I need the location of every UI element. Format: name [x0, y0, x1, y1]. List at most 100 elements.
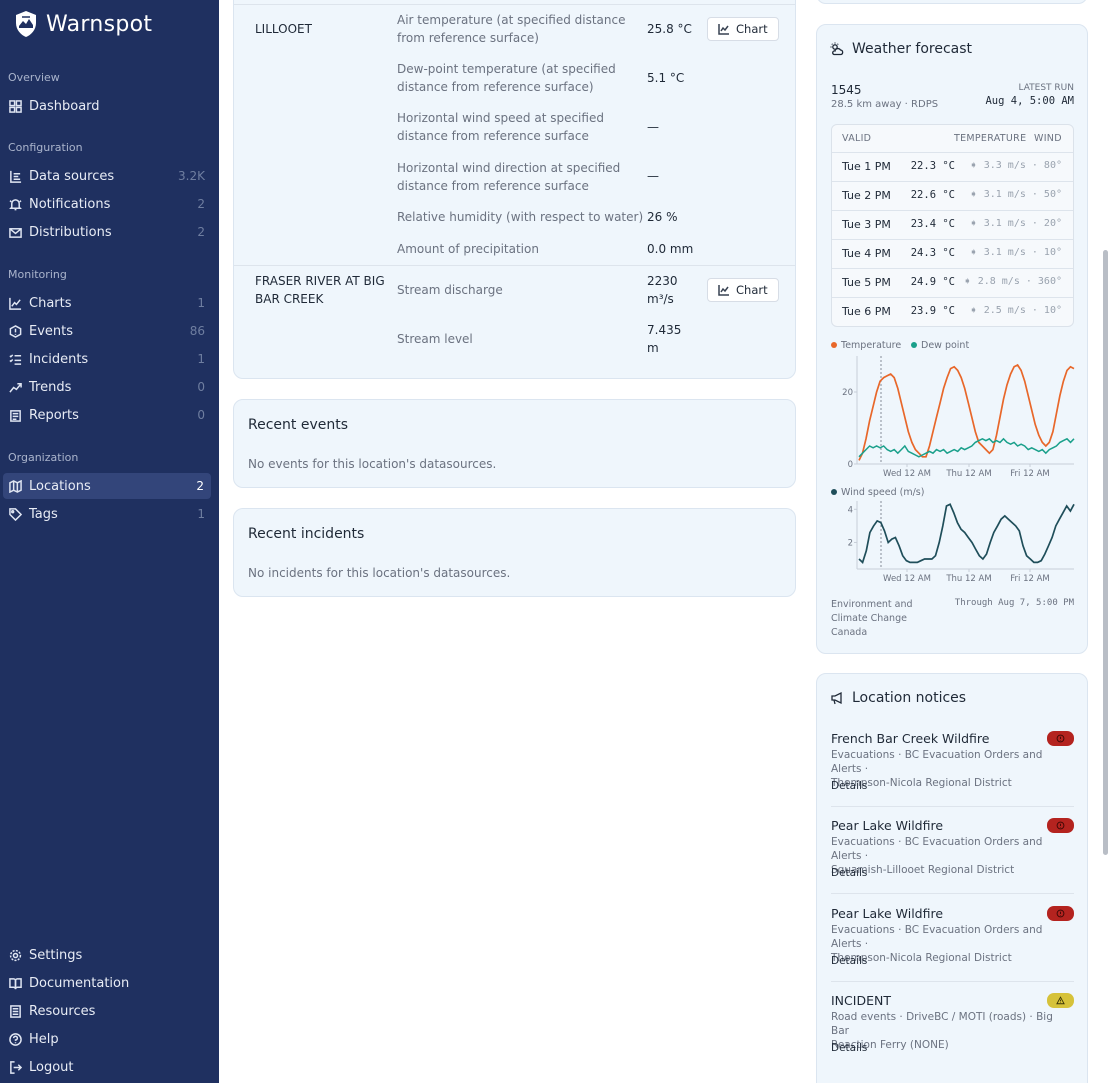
recent-events-title: Recent events	[248, 417, 349, 433]
y-tick-label: 2	[848, 538, 853, 548]
forecast-time: Tue 3 PM	[842, 218, 891, 231]
forecast-temperature: 23.4 °C	[910, 218, 955, 230]
reading-value: 26 %	[647, 210, 678, 224]
nav-item-trends[interactable]: Trends 0	[0, 374, 219, 400]
nav-item-documentation[interactable]: Documentation	[0, 970, 219, 996]
reading-label: Horizontal wind direction at specified di…	[397, 161, 621, 193]
reading-value: 25.8 °C	[647, 22, 692, 36]
nav-item-reports[interactable]: Reports 0	[0, 402, 219, 428]
notice-title[interactable]: Pear Lake Wildfire	[831, 906, 943, 921]
y-tick-label: 0	[848, 460, 853, 470]
forecast-temperature: 24.9 °C	[910, 276, 955, 288]
latest-run-value: Aug 4, 5:00 AM	[985, 95, 1074, 107]
nav-item-incidents[interactable]: Incidents 1	[0, 346, 219, 372]
reading-value: 7.435 m	[647, 323, 682, 355]
help-icon	[8, 1032, 22, 1046]
legend-dot-temperature	[831, 342, 837, 348]
alert-octagon-icon	[1056, 734, 1065, 743]
nav-label-notifications: Notifications	[29, 196, 111, 212]
notice-title[interactable]: INCIDENT	[831, 993, 891, 1008]
nav-item-distributions[interactable]: Distributions 2	[0, 219, 219, 245]
megaphone-icon	[831, 691, 842, 705]
nav-count-tags: 1	[197, 507, 205, 521]
forecast-temperature: 23.9 °C	[910, 305, 955, 317]
chart-button-lillooet[interactable]: Chart	[707, 17, 779, 41]
x-tick-label: Fri 12 AM	[1010, 469, 1050, 479]
notice-details-link[interactable]: Details	[831, 780, 867, 792]
location-notices-title: Location notices	[852, 690, 967, 706]
book-icon	[8, 976, 22, 990]
nav-count-reports: 0	[197, 408, 205, 422]
x-tick-label: Thu 12 AM	[945, 469, 991, 479]
nav-count-distributions: 2	[197, 225, 205, 239]
forecast-temperature: 24.3 °C	[910, 247, 955, 259]
nav-item-dashboard[interactable]: Dashboard	[0, 93, 219, 119]
severity-warning-badge	[1047, 993, 1074, 1008]
notice-title[interactable]: French Bar Creek Wildfire	[831, 731, 989, 746]
reading-label: Stream discharge	[397, 283, 503, 297]
forecast-station: 1545	[831, 83, 862, 97]
legend-temperature: Temperature	[840, 340, 901, 351]
notice-details-link[interactable]: Details	[831, 955, 867, 967]
trend-icon	[8, 380, 22, 394]
nav-item-events[interactable]: Events 86	[0, 318, 219, 344]
nav-item-notifications[interactable]: Notifications 2	[0, 191, 219, 217]
notice-title[interactable]: Pear Lake Wildfire	[831, 818, 943, 833]
wind-direction-icon: ➧	[969, 218, 978, 229]
nav-heading-organization: Organization	[8, 451, 79, 464]
warning-triangle-icon	[1056, 996, 1065, 1005]
nav-item-locations[interactable]: Locations 2	[3, 473, 211, 499]
forecast-time: Tue 2 PM	[842, 189, 891, 202]
nav-item-data-sources[interactable]: Data sources 3.2K	[0, 163, 219, 189]
notice-details-link[interactable]: Details	[831, 1042, 867, 1054]
nav-label-documentation: Documentation	[29, 975, 130, 991]
nav-item-charts[interactable]: Charts 1	[0, 290, 219, 316]
nav-label-charts: Charts	[29, 295, 72, 311]
nav-label-data-sources: Data sources	[29, 168, 115, 184]
nav-item-tags[interactable]: Tags 1	[0, 501, 219, 527]
forecast-time: Tue 1 PM	[842, 160, 891, 173]
reading-label: Amount of precipitation	[397, 242, 539, 256]
line-chart-icon	[8, 296, 22, 310]
forecast-header-temperature: TEMPERATURE	[954, 133, 1027, 144]
brand-name: Warnspot	[46, 11, 153, 37]
tag-icon	[8, 507, 22, 521]
nav-item-settings[interactable]: Settings	[0, 942, 219, 968]
nav-label-events: Events	[29, 323, 74, 339]
nav-item-logout[interactable]: Logout	[0, 1054, 219, 1080]
reading-label: Stream level	[397, 332, 473, 346]
x-tick-label: Wed 12 AM	[883, 574, 931, 584]
line-chart-icon	[718, 24, 729, 35]
recent-events-empty: No events for this location's datasource…	[248, 457, 497, 471]
severity-critical-badge	[1047, 818, 1074, 833]
reading-label: Relative humidity (with respect to water…	[397, 210, 644, 224]
wind-direction-icon: ➧	[969, 305, 978, 316]
forecast-wind: ➧ 3.3 m/s · 80°	[969, 160, 1062, 171]
alert-circle-icon	[8, 324, 22, 338]
sidebar: Warnspot Overview Dashboard Configuratio…	[0, 0, 219, 1083]
wind-direction-icon: ➧	[969, 247, 978, 258]
page-scrollbar[interactable]	[1103, 250, 1108, 855]
recent-events-card: Recent events No events for this locatio…	[233, 399, 796, 488]
nav-label-settings: Settings	[29, 947, 83, 963]
latest-run-label: LATEST RUN	[1018, 83, 1074, 93]
forecast-wind: ➧ 3.1 m/s · 20°	[969, 218, 1062, 229]
brand[interactable]: Warnspot	[14, 10, 152, 38]
nav-label-locations: Locations	[29, 478, 91, 494]
forecast-temperature: 22.6 °C	[910, 189, 955, 201]
top-right-card	[816, 0, 1088, 4]
alert-octagon-icon	[1056, 821, 1065, 830]
nav-count-incidents: 1	[197, 352, 205, 366]
nav-item-help[interactable]: Help	[0, 1026, 219, 1052]
map-icon	[8, 479, 22, 493]
forecast-wind: ➧ 2.5 m/s · 10°	[969, 305, 1062, 316]
nav-count-locations: 2	[196, 479, 204, 493]
chart-button-fraser[interactable]: Chart	[707, 278, 779, 302]
notice-details-link[interactable]: Details	[831, 867, 867, 879]
wind-series-line	[858, 503, 1075, 564]
nav-item-resources[interactable]: Resources	[0, 998, 219, 1024]
forecast-row-divider	[832, 297, 1073, 298]
forecast-time: Tue 5 PM	[842, 276, 891, 289]
recent-incidents-empty: No incidents for this location's datasou…	[248, 566, 511, 580]
mail-icon	[8, 225, 22, 239]
